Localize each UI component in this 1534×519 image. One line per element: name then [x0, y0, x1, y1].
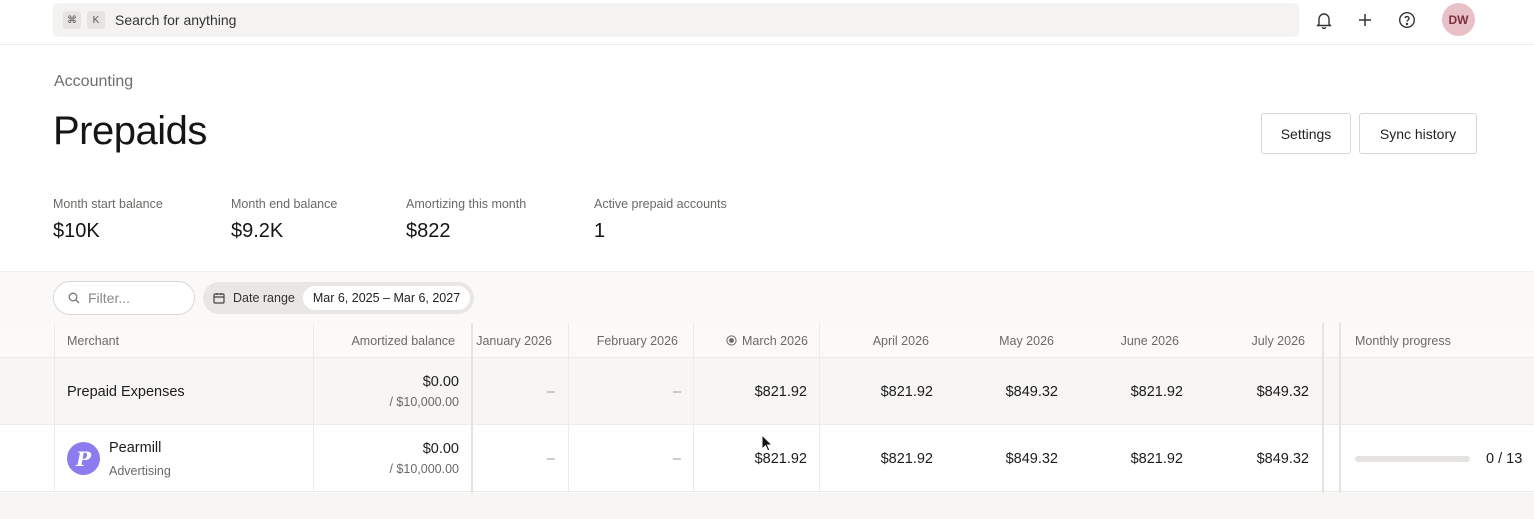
- column-may-2026[interactable]: May 2026: [945, 323, 1054, 358]
- search-icon: [68, 292, 80, 304]
- shortcut-cmd-key: ⌘: [63, 11, 81, 29]
- column-march-2026[interactable]: March 2026: [694, 323, 808, 358]
- monthly-progress-text: 0 / 13: [1486, 450, 1523, 467]
- stat-active-prepaid-accounts: Active prepaid accounts 1: [594, 197, 727, 243]
- column-label: March 2026: [741, 333, 808, 348]
- plus-icon[interactable]: [1353, 8, 1377, 32]
- balance-stack: $0.00 / $10,000.00: [389, 425, 459, 492]
- balance-total: / $10,000.00: [389, 462, 459, 476]
- table-footer-strip: [0, 493, 1534, 519]
- cell-february: –: [672, 450, 681, 467]
- column-july-2026[interactable]: July 2026: [1196, 323, 1305, 358]
- calendar-icon: [213, 292, 225, 304]
- stat-label: Amortizing this month: [406, 197, 527, 211]
- amortized-balance-cell: $0.00 / $10,000.00: [313, 425, 459, 492]
- cell-may: $849.32: [1005, 450, 1058, 467]
- column-february-2026[interactable]: February 2026: [569, 323, 678, 358]
- date-range-picker[interactable]: Date range Mar 6, 2025 – Mar 6, 2027: [203, 282, 475, 314]
- mouse-cursor-icon: [761, 433, 774, 457]
- sync-history-button[interactable]: Sync history: [1359, 113, 1477, 154]
- top-bar: ⌘ K Search for anything DW: [0, 0, 1534, 45]
- stat-label: Month end balance: [231, 197, 338, 211]
- current-month-radio-icon: [726, 335, 737, 346]
- column-divider: [1322, 323, 1324, 493]
- column-divider: [1339, 323, 1341, 493]
- cell-june: $821.92: [1130, 450, 1183, 467]
- column-divider: [819, 323, 820, 493]
- column-june-2026[interactable]: June 2026: [1070, 323, 1179, 358]
- filter-bar: Filter... Date range Mar 6, 2025 – Mar 6…: [0, 271, 1534, 323]
- stat-value: $10K: [53, 220, 100, 242]
- breadcrumb[interactable]: Accounting: [54, 73, 133, 91]
- stat-amortizing-this-month: Amortizing this month $822: [406, 197, 526, 243]
- balance-stack: $0.00 / $10,000.00: [389, 358, 459, 425]
- column-amortized-balance[interactable]: Amortized balance: [313, 323, 455, 358]
- column-divider: [313, 323, 314, 493]
- table-header: Merchant Amortized balance January 2026 …: [0, 323, 1534, 358]
- shortcut-k-key: K: [87, 11, 105, 29]
- date-range-label: Date range: [233, 291, 295, 305]
- cell-january: –: [546, 450, 555, 467]
- stat-value: 1: [594, 220, 606, 242]
- cell-january: –: [546, 383, 555, 400]
- balance-value: $0.00: [422, 441, 459, 457]
- column-monthly-progress[interactable]: Monthly progress: [1355, 323, 1451, 358]
- column-divider: [693, 323, 694, 493]
- cell-april: $821.92: [880, 450, 933, 467]
- balance-value: $0.00: [422, 374, 459, 390]
- search-placeholder: Search for anything: [115, 12, 237, 28]
- amortized-balance-cell: $0.00 / $10,000.00: [313, 358, 459, 425]
- page-title: Prepaids: [53, 109, 207, 153]
- stat-month-end-balance: Month end balance $9.2K: [231, 197, 337, 243]
- monthly-progress-bar: [1355, 456, 1470, 462]
- filter-placeholder: Filter...: [88, 290, 131, 306]
- stat-label: Active prepaid accounts: [594, 197, 727, 211]
- balance-total: / $10,000.00: [389, 395, 459, 409]
- bell-icon[interactable]: [1312, 8, 1336, 32]
- merchant-category: Advertising: [109, 464, 171, 478]
- column-divider: [568, 323, 569, 493]
- cell-may: $849.32: [1005, 383, 1058, 400]
- cell-july: $849.32: [1256, 383, 1309, 400]
- cell-march: $821.92: [754, 450, 807, 467]
- cell-april: $821.92: [880, 383, 933, 400]
- avatar[interactable]: DW: [1442, 3, 1475, 36]
- group-name: Prepaid Expenses: [67, 383, 185, 400]
- cell-february: –: [672, 383, 681, 400]
- column-merchant[interactable]: Merchant: [67, 323, 119, 358]
- settings-button[interactable]: Settings: [1261, 113, 1351, 154]
- filter-input[interactable]: Filter...: [53, 281, 195, 315]
- merchant-logo: P: [67, 442, 100, 475]
- date-range-value[interactable]: Mar 6, 2025 – Mar 6, 2027: [302, 286, 471, 310]
- cell-june: $821.92: [1130, 383, 1183, 400]
- stat-value: $9.2K: [231, 220, 284, 242]
- stat-month-start-balance: Month start balance $10K: [53, 197, 163, 243]
- stat-value: $822: [406, 220, 451, 242]
- merchant-name[interactable]: Pearmill: [109, 440, 161, 456]
- column-divider: [54, 323, 55, 493]
- global-search[interactable]: ⌘ K Search for anything: [53, 3, 1299, 37]
- cell-july: $849.32: [1256, 450, 1309, 467]
- column-january-2026[interactable]: January 2026: [474, 323, 552, 358]
- question-icon[interactable]: [1395, 8, 1419, 32]
- column-april-2026[interactable]: April 2026: [820, 323, 929, 358]
- cell-march: $821.92: [754, 383, 807, 400]
- stat-label: Month start balance: [53, 197, 163, 211]
- column-divider: [471, 323, 473, 493]
- table-row-group[interactable]: Prepaid Expenses $0.00 / $10,000.00 – – …: [0, 358, 1534, 425]
